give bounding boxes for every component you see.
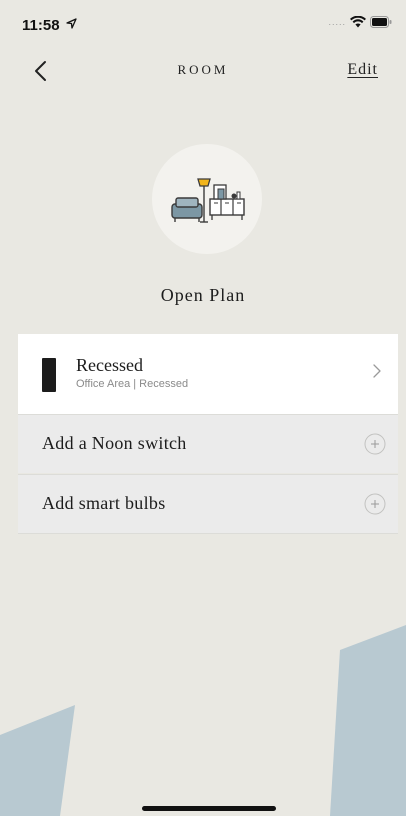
room-name: Open Plan	[160, 285, 246, 305]
chevron-right-icon	[373, 364, 381, 378]
status-time: 11:58	[22, 17, 60, 34]
add-noon-switch-label: Add a Noon switch	[42, 433, 187, 453]
plus-circle-icon	[364, 433, 386, 455]
edit-button[interactable]: Edit	[347, 61, 378, 79]
page-title: ROOM	[177, 62, 229, 77]
device-name: Recessed	[76, 355, 143, 375]
switch-device-icon	[42, 358, 56, 392]
cellular-signal-icon: .....	[328, 17, 346, 27]
location-arrow-icon	[66, 18, 77, 29]
add-smart-bulbs-button[interactable]: Add smart bulbs	[18, 474, 398, 534]
room-icon-badge	[152, 144, 262, 254]
device-subtitle: Office Area | Recessed	[76, 378, 189, 390]
add-smart-bulbs-label: Add smart bulbs	[42, 493, 166, 513]
navigation-bar: ROOM Edit	[0, 52, 406, 92]
home-indicator[interactable]	[142, 806, 276, 811]
wifi-icon	[350, 16, 366, 28]
status-bar: 11:58 .....	[0, 0, 406, 40]
living-room-icon	[171, 178, 245, 223]
plus-circle-icon	[364, 493, 386, 515]
device-row-recessed[interactable]: Recessed Office Area | Recessed	[18, 334, 398, 414]
battery-icon	[370, 16, 392, 28]
add-noon-switch-button[interactable]: Add a Noon switch	[18, 414, 398, 473]
